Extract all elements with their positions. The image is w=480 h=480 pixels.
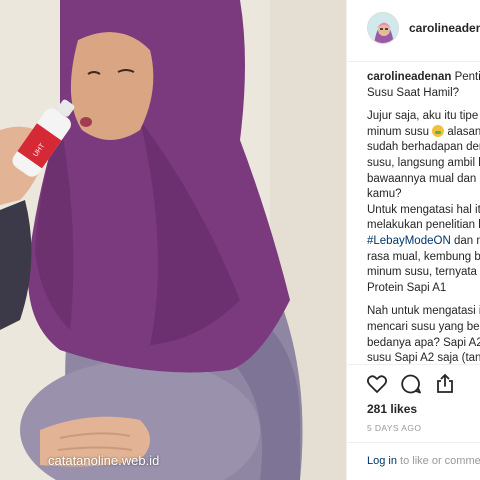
- caption-line: bedanya apa? Sapi A2 i: [367, 336, 480, 349]
- login-prompt-text: to like or comme: [396, 455, 480, 467]
- header-username[interactable]: carolineadenan: [409, 21, 480, 35]
- caption-line-part: alasan: [447, 125, 480, 138]
- likes-count[interactable]: 281 likes: [367, 402, 417, 416]
- caption-line: melakukan penelitian b: [367, 219, 480, 232]
- caption-line: susu, langsung ambil la: [367, 156, 480, 169]
- caption-line: Nah untuk mengatasi it: [367, 305, 480, 318]
- caption-line: kamu?: [367, 188, 402, 201]
- photo-illustration: UHT: [0, 0, 346, 480]
- caption-line: minum susu alasan: [367, 124, 480, 141]
- post-date[interactable]: 5 DAYS AGO: [367, 423, 421, 433]
- photo-watermark: catatanoline.web.id: [48, 453, 160, 468]
- comment-icon[interactable]: [399, 372, 423, 396]
- caption-title-line: carolineadenan Penting: [367, 70, 480, 86]
- caption-username[interactable]: carolineadenan: [367, 71, 451, 83]
- login-prompt: Log in to like or comme: [367, 455, 480, 467]
- caption-line-part: minum susu: [367, 125, 429, 138]
- post-caption: carolineadenan Penting Susu Saat Hamil? …: [367, 70, 480, 367]
- caption-line: Untuk mengatasi hal itu: [367, 203, 480, 216]
- caption-line-part: dan m: [453, 234, 480, 247]
- post-actions: [365, 372, 457, 396]
- login-link[interactable]: Log in: [367, 455, 397, 467]
- login-divider: [347, 442, 480, 443]
- post-photo[interactable]: UHT catatanoline.web.id: [0, 0, 346, 480]
- caption-line: #LebayModeON dan m: [367, 234, 480, 250]
- hashtag-link[interactable]: #LebayModeON: [367, 235, 451, 247]
- avatar-image: [368, 13, 398, 43]
- post-header: carolineadenan: [347, 0, 480, 62]
- caption-line: rasa mual, kembung ba: [367, 250, 480, 263]
- caption-line: mencari susu yang bera: [367, 320, 480, 333]
- caption-line: bawaannya mual dan e: [367, 172, 480, 185]
- caption-line: minum susu, ternyata d: [367, 266, 480, 279]
- caption-line: Protein Sapi A1: [367, 281, 447, 294]
- post-details-panel: carolineadenan carolineadenan Penting Su…: [346, 0, 480, 480]
- caption-line: sudah berhadapan den: [367, 141, 480, 154]
- caption-line: Jujur saja, aku itu tipe o: [367, 110, 480, 123]
- caption-title-first: Penting: [454, 71, 480, 83]
- heart-icon[interactable]: [365, 372, 389, 396]
- share-icon[interactable]: [433, 372, 457, 396]
- caption-title-second: Susu Saat Hamil?: [367, 86, 460, 99]
- actions-divider: [347, 364, 480, 365]
- avatar[interactable]: [367, 12, 399, 44]
- sick-face-emoji-icon: [432, 124, 445, 137]
